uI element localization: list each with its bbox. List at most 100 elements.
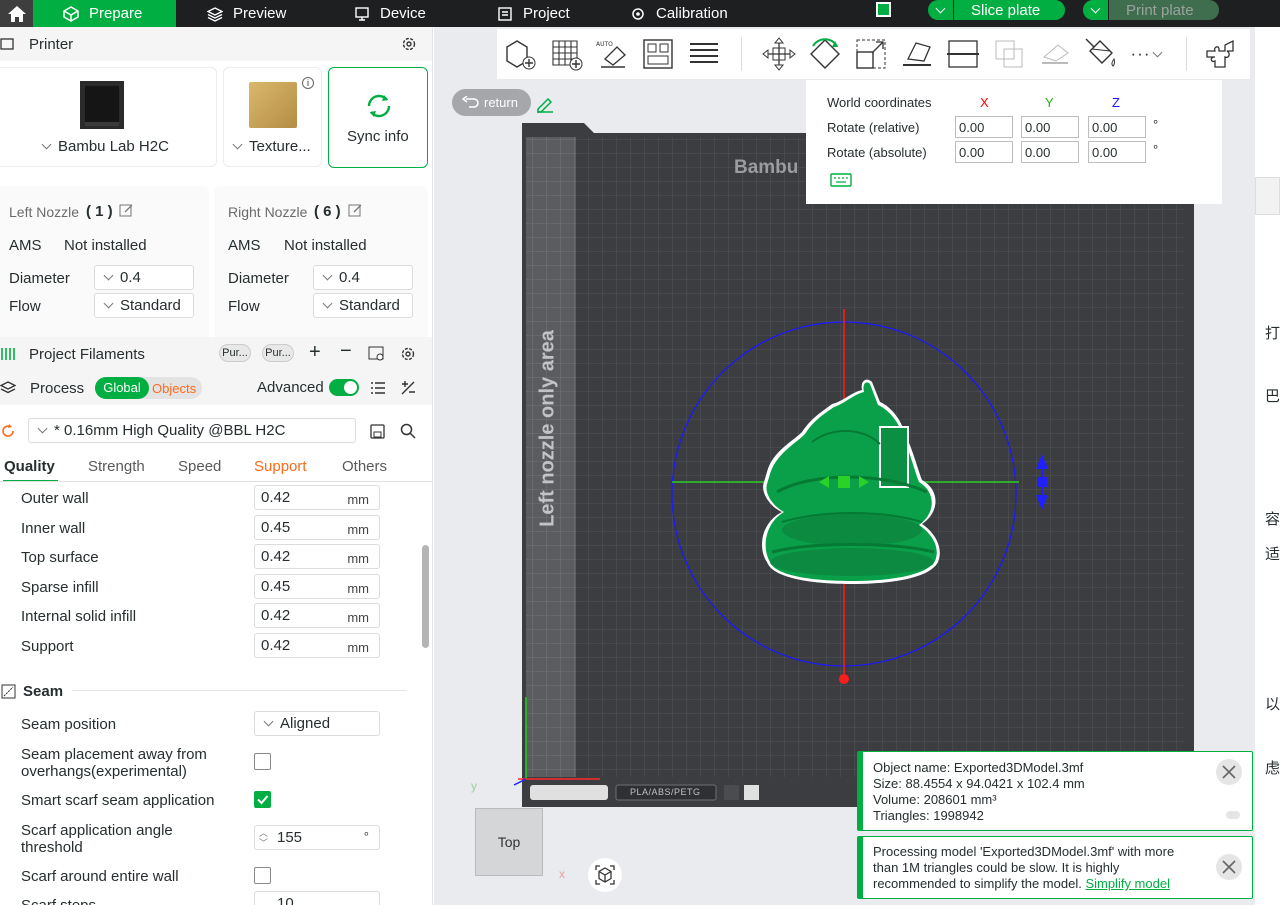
process-list-icon[interactable] — [370, 381, 386, 395]
assembly-view-button[interactable] — [1197, 31, 1243, 77]
keyboard-icon[interactable] — [830, 173, 852, 187]
filament-settings-icon[interactable] — [368, 346, 386, 362]
add-plate-button[interactable] — [543, 31, 589, 77]
color-paint-button[interactable] — [1078, 31, 1124, 77]
plate-card[interactable]: i Texture... — [223, 67, 322, 167]
slice-plate-button[interactable]: Slice plate — [928, 0, 1065, 20]
move-button[interactable] — [756, 31, 802, 77]
left-diameter-select[interactable]: 0.4 — [94, 265, 194, 290]
tab-speed[interactable]: Speed — [178, 458, 221, 475]
save-profile-icon[interactable] — [370, 424, 385, 439]
view-axis-y-label: y — [471, 779, 477, 793]
tab-calibration[interactable]: Calibration — [630, 0, 728, 27]
tab-quality[interactable]: Quality — [4, 458, 55, 475]
layout-icon[interactable] — [876, 2, 891, 17]
tab-device[interactable]: Device — [354, 0, 426, 27]
simplify-warning-line-2: than 1M triangles could be slow. It is h… — [873, 860, 1120, 875]
left-flow-select[interactable]: Standard — [94, 293, 194, 318]
tab-strength[interactable]: Strength — [88, 458, 145, 475]
sparse-infill-input[interactable]: 0.45 mm — [254, 574, 380, 599]
add-object-button[interactable] — [497, 31, 543, 77]
rotate-absolute-z-input[interactable]: 0.00 — [1088, 141, 1146, 163]
reset-profile-icon[interactable] — [1, 424, 15, 438]
tab-others[interactable]: Others — [342, 458, 387, 475]
smart-scarf-checkbox[interactable] — [254, 791, 271, 808]
seam-position-select[interactable]: Aligned — [254, 711, 380, 736]
more-tools-button[interactable]: ··· — [1124, 31, 1176, 77]
right-nozzle-edit-icon[interactable] — [348, 203, 363, 218]
search-icon[interactable] — [400, 423, 416, 439]
rotate-absolute-unit: ° — [1153, 142, 1159, 157]
process-profile-select[interactable]: * 0.16mm High Quality @BBL H2C — [28, 418, 356, 443]
scarf-angle-spinner-icon[interactable]: ︿ ﹀ — [259, 828, 268, 848]
minimize-notice-icon[interactable] — [1226, 811, 1240, 819]
plate-info-icon[interactable]: i — [302, 77, 314, 89]
internal-solid-infill-value: 0.42 — [261, 607, 291, 624]
rotate-absolute-z-value: 0.00 — [1092, 144, 1118, 160]
right-diameter-select[interactable]: 0.4 — [313, 265, 413, 290]
filament-chip-2[interactable]: Pur... — [262, 344, 294, 362]
left-nozzle-edit-icon[interactable] — [119, 203, 134, 218]
top-surface-label: Top surface — [21, 549, 99, 566]
tab-prepare[interactable]: Prepare — [33, 0, 176, 27]
printer-dropdown-icon[interactable] — [41, 139, 52, 150]
scale-button[interactable] — [848, 31, 894, 77]
rotate-relative-y-input[interactable]: 0.00 — [1021, 116, 1079, 138]
inner-wall-input[interactable]: 0.45 mm — [254, 515, 380, 540]
add-filament-icon[interactable]: + — [309, 341, 321, 364]
left-nozzle-count-value: 1 — [95, 203, 104, 220]
close-object-info-button[interactable] — [1216, 759, 1242, 785]
sync-info-button[interactable]: Sync info — [328, 67, 428, 168]
advanced-switch[interactable] — [329, 379, 359, 396]
layers-split-button[interactable] — [681, 31, 727, 77]
settings-scrollbar[interactable] — [422, 545, 429, 648]
objects-toggle-option[interactable]: Objects — [152, 381, 196, 396]
slice-dropdown-icon[interactable] — [928, 0, 954, 20]
remove-filament-icon[interactable]: − — [340, 340, 352, 363]
arrange-button[interactable] — [635, 31, 681, 77]
plate-dropdown-icon[interactable] — [232, 139, 243, 150]
edit-pencil-icon[interactable] — [536, 95, 554, 113]
filament-gear-icon[interactable] — [400, 346, 416, 362]
reset-view-button[interactable] — [588, 858, 622, 892]
cut-button[interactable] — [940, 31, 986, 77]
tab-project[interactable]: Project — [497, 0, 570, 27]
scarf-around-checkbox[interactable] — [254, 867, 271, 884]
scarf-angle-input[interactable]: ︿ ﹀ 155 ° — [254, 825, 380, 850]
process-compare-icon[interactable] — [400, 380, 416, 396]
filament-chip-1[interactable]: Pur... — [219, 344, 251, 362]
global-toggle-option[interactable]: Global — [95, 377, 149, 399]
device-icon — [355, 6, 369, 21]
outer-wall-label: Outer wall — [21, 490, 89, 507]
view-cube[interactable]: Top — [475, 808, 543, 876]
close-simplify-warning-button[interactable] — [1216, 854, 1242, 880]
seam-away-checkbox[interactable] — [254, 753, 271, 770]
top-surface-input[interactable]: 0.42 mm — [254, 544, 380, 569]
home-button[interactable] — [0, 0, 33, 27]
move-arrow-left-icon[interactable] — [819, 475, 869, 489]
tab-support[interactable]: Support — [254, 458, 307, 475]
scarf-steps-input[interactable]: 10 — [254, 891, 380, 905]
printer-settings-gear-icon[interactable] — [401, 36, 417, 52]
right-flow-select[interactable]: Standard — [313, 293, 413, 318]
rotate-relative-label: Rotate (relative) — [827, 120, 920, 135]
print-plate-button[interactable]: Print plate — [1083, 0, 1219, 20]
auto-orient-button[interactable]: AUTO — [589, 31, 635, 77]
lay-on-face-button[interactable] — [894, 31, 940, 77]
rotate-absolute-x-input[interactable]: 0.00 — [955, 141, 1013, 163]
world-coordinates-label: World coordinates — [827, 95, 932, 110]
print-dropdown-icon[interactable] — [1083, 0, 1109, 20]
rotate-absolute-y-input[interactable]: 0.00 — [1021, 141, 1079, 163]
simplify-model-link[interactable]: Simplify model — [1085, 876, 1170, 891]
internal-solid-infill-input[interactable]: 0.42 mm — [254, 603, 380, 628]
rotate-relative-x-input[interactable]: 0.00 — [955, 116, 1013, 138]
global-objects-toggle[interactable]: Global Objects — [95, 377, 202, 399]
outer-wall-input[interactable]: 0.42 mm — [254, 485, 380, 510]
printer-icon — [0, 38, 14, 50]
tab-preview[interactable]: Preview — [207, 0, 286, 27]
printer-card[interactable]: Bambu Lab H2C — [0, 67, 217, 167]
rotate-relative-z-input[interactable]: 0.00 — [1088, 116, 1146, 138]
rotate-button[interactable] — [802, 31, 848, 77]
support-width-input[interactable]: 0.42 mm — [254, 633, 380, 658]
return-button[interactable]: return — [452, 89, 531, 116]
